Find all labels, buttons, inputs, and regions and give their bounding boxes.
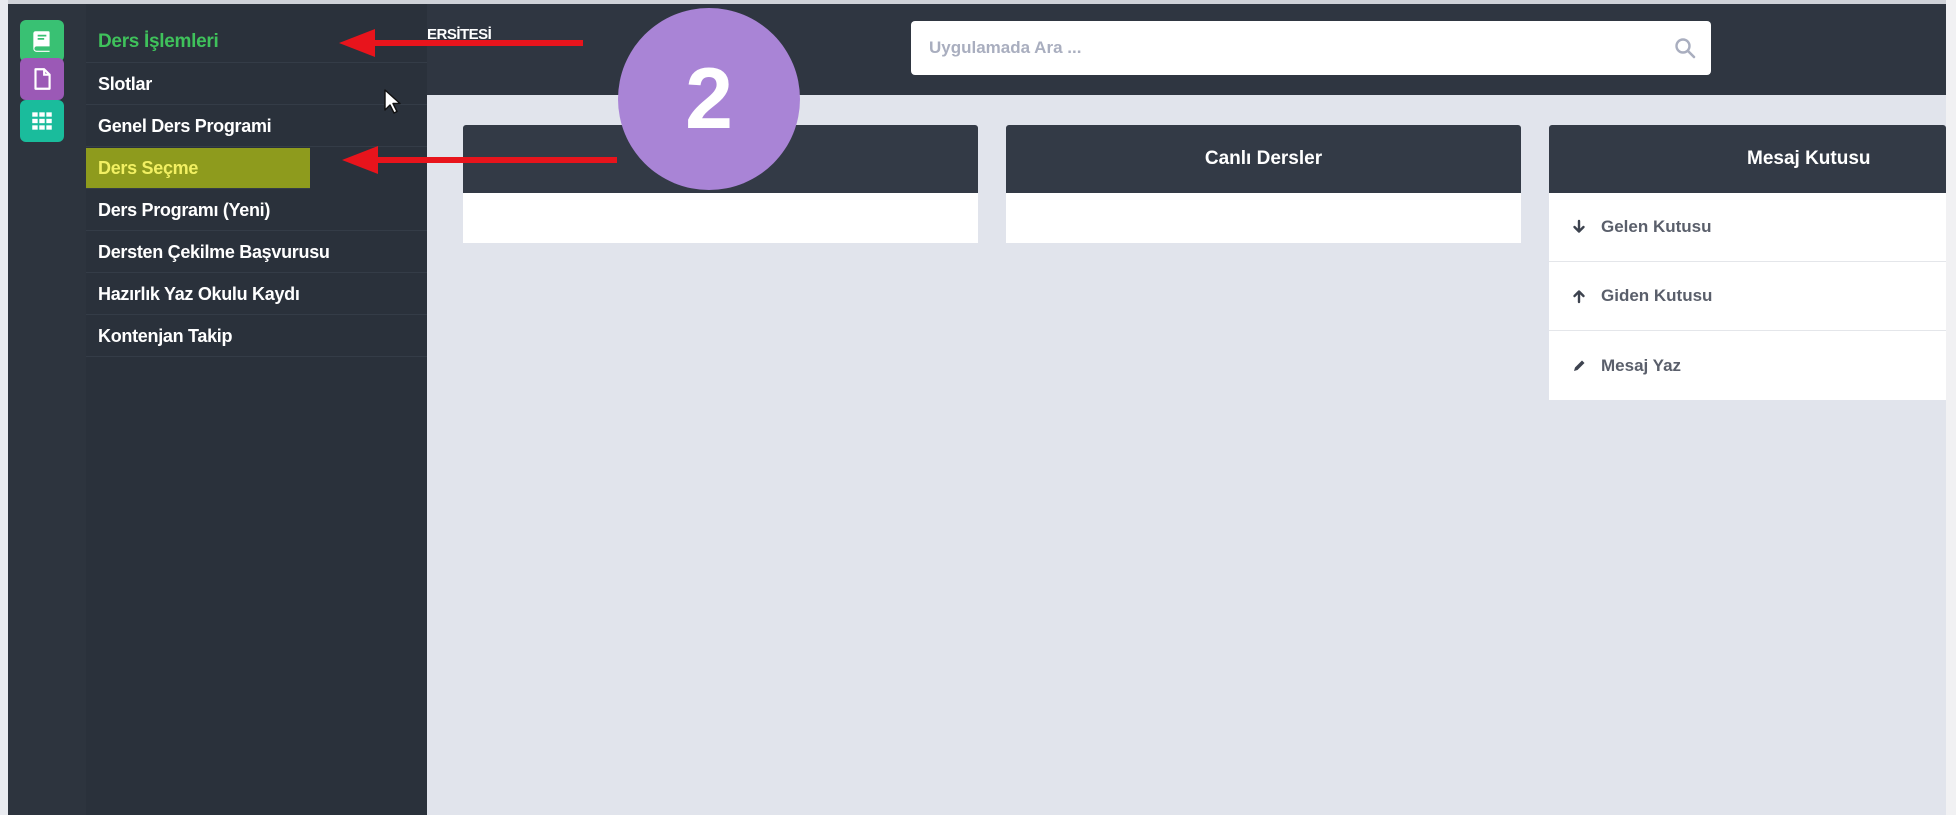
card-body-left [463, 193, 978, 243]
message-compose-label: Mesaj Yaz [1601, 355, 1682, 375]
message-box-panel: Gelen Kutusu Giden Kutusu Mesaj Yaz [1549, 193, 1946, 400]
arrow-down-icon [1573, 219, 1585, 233]
card-header-mesaj-kutusu: Mesaj Kutusu [1549, 125, 1946, 193]
menu-item-slotlar[interactable]: Slotlar [86, 64, 427, 105]
menu-item-genel-ders-programi[interactable]: Genel Ders Programi [86, 106, 427, 147]
book-icon [33, 31, 50, 52]
grid-icon [32, 112, 52, 130]
search-icon[interactable] [1673, 36, 1697, 60]
message-inbox-link[interactable]: Gelen Kutusu [1549, 193, 1946, 262]
search-box[interactable] [911, 21, 1711, 75]
icon-rail [8, 4, 86, 815]
pencil-icon [1574, 360, 1585, 371]
message-inbox-label: Gelen Kutusu [1601, 217, 1712, 236]
message-compose-link[interactable]: Mesaj Yaz [1549, 331, 1946, 400]
menu-item-dersten-cekilme[interactable]: Dersten Çekilme Başvurusu [86, 232, 427, 273]
menu-item-ders-secme[interactable]: Ders Seçme [86, 148, 310, 189]
mouse-cursor-icon [384, 89, 401, 114]
menu-item-ders-programi-yeni[interactable]: Ders Programı (Yeni) [86, 190, 427, 231]
arrow-up-icon [1573, 290, 1585, 304]
card-body-canli-dersler [1006, 193, 1521, 243]
rail-courses-button[interactable] [20, 20, 64, 62]
window-right-border [1946, 0, 1956, 815]
menu-item-hazirlik-yaz-okulu[interactable]: Hazırlık Yaz Okulu Kaydı [86, 274, 427, 315]
step-number-badge: 2 [618, 8, 800, 190]
rail-documents-button[interactable] [20, 58, 64, 100]
message-outbox-link[interactable]: Giden Kutusu [1549, 262, 1946, 331]
university-name-fragment: ERSİTESİ [427, 26, 492, 43]
courses-submenu: Ders İşlemleri Slotlar Genel Ders Progra… [86, 4, 427, 815]
rail-apps-button[interactable] [20, 100, 64, 142]
card-header-canli-dersler: Canlı Dersler [1006, 125, 1521, 193]
document-icon [34, 68, 51, 90]
search-input[interactable] [911, 21, 1631, 75]
window-left-border [0, 0, 8, 815]
menu-header-ders-islemleri[interactable]: Ders İşlemleri [86, 22, 427, 63]
menu-item-kontenjan-takip[interactable]: Kontenjan Takip [86, 316, 427, 357]
message-outbox-label: Giden Kutusu [1601, 286, 1713, 305]
